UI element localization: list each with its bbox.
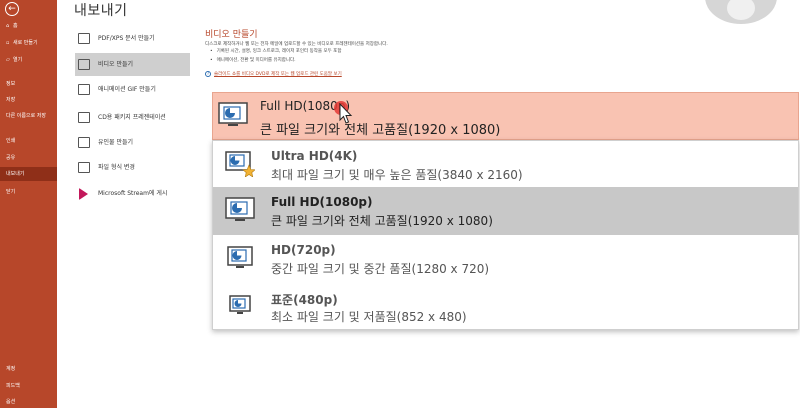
folder-icon: ▱ bbox=[6, 57, 10, 63]
help-icon: ? bbox=[205, 71, 211, 77]
quality-dropdown-selected[interactable]: Full HD(1080p) 큰 파일 크기와 전체 고품질(1920 x 10… bbox=[212, 92, 799, 140]
nav-item-open[interactable]: ▱ 열기 bbox=[0, 57, 57, 63]
stream-play-icon bbox=[79, 187, 88, 200]
detail-description: 디스크로 제작하거나 웹 또는 전자 메일에 업로드할 수 있는 비디오로 프레… bbox=[205, 42, 388, 47]
mouse-cursor-icon bbox=[334, 101, 353, 124]
quality-option-1080p[interactable]: Full HD(1080p) 큰 파일 크기와 전체 고품질(1920 x 10… bbox=[213, 187, 798, 235]
export-option-pdf[interactable]: PDF/XPS 문서 만들기 bbox=[75, 27, 190, 50]
nav-item-save-as[interactable]: 다른 이름으로 저장 bbox=[0, 113, 52, 119]
export-option-video[interactable]: 비디오 만들기 bbox=[75, 53, 190, 76]
home-icon: ⌂ bbox=[6, 23, 10, 29]
detail-title: 비디오 만들기 bbox=[205, 30, 258, 40]
nav-item-account[interactable]: 계정 bbox=[0, 366, 57, 372]
export-option-cd-package[interactable]: CD용 패키지 프레젠테이션 bbox=[75, 104, 190, 130]
nav-item-print[interactable]: 인쇄 bbox=[0, 138, 57, 144]
nav-item-new[interactable]: ▫ 새로 만들기 bbox=[0, 40, 57, 46]
quality-option-4k[interactable]: Ultra HD(4K) 최대 파일 크기 및 매우 높은 품질(3840 x … bbox=[213, 141, 798, 189]
nav-item-options[interactable]: 옵션 bbox=[0, 399, 57, 405]
nav-item-share[interactable]: 공유 bbox=[0, 155, 57, 161]
detail-bullet: 애니메이션, 전환 및 미디어를 유지합니다. bbox=[210, 57, 341, 63]
nav-item-home[interactable]: ⌂ 홈 bbox=[0, 23, 57, 29]
slide-video-star-icon bbox=[225, 151, 255, 177]
export-option-handouts[interactable]: 유인물 만들기 bbox=[75, 131, 190, 154]
export-option-gif[interactable]: 애니메이션 GIF 만들기 bbox=[75, 78, 190, 101]
account-avatar bbox=[705, 0, 777, 24]
quality-option-720p[interactable]: HD(720p) 중간 파일 크기 및 중간 품질(1280 x 720) bbox=[213, 235, 798, 283]
back-arrow-icon[interactable]: ← bbox=[5, 2, 19, 16]
file-type-icon bbox=[78, 162, 90, 173]
handout-icon bbox=[78, 137, 90, 148]
slide-video-icon bbox=[229, 295, 251, 314]
backstage-nav: ← ⌂ 홈 ▫ 새로 만들기 ▱ 열기 정보 저장 다른 이름으로 저장 인쇄 공유 … bbox=[0, 0, 57, 408]
nav-item-close[interactable]: 닫기 bbox=[0, 189, 57, 195]
nav-item-export[interactable]: 내보내기 bbox=[0, 167, 57, 181]
quality-dropdown-list: Ultra HD(4K) 최대 파일 크기 및 매우 높은 품질(3840 x … bbox=[212, 140, 799, 330]
pdf-document-icon bbox=[78, 33, 90, 44]
nav-item-save[interactable]: 저장 bbox=[0, 97, 57, 103]
quality-option-480p[interactable]: 표준(480p) 최소 파일 크기 및 저품질(852 x 480) bbox=[213, 283, 798, 331]
slide-video-icon bbox=[225, 197, 255, 221]
detail-bullets: 기록된 시간, 설명, 잉크 스트로크, 레이저 포인터 동작을 모두 포함 애… bbox=[210, 48, 342, 66]
cd-icon bbox=[78, 111, 90, 123]
nav-item-feedback[interactable]: 피드백 bbox=[0, 383, 57, 389]
video-icon bbox=[78, 59, 90, 70]
selected-quality-desc: 큰 파일 크기와 전체 고품질(1920 x 1080) bbox=[260, 123, 501, 138]
export-option-change-type[interactable]: 파일 형식 변경 bbox=[75, 156, 190, 179]
slide-video-icon bbox=[227, 246, 253, 268]
new-file-icon: ▫ bbox=[6, 40, 10, 46]
detail-bullet: 기록된 시간, 설명, 잉크 스트로크, 레이저 포인터 동작을 모두 포함 bbox=[210, 48, 342, 54]
page-title: 내보내기 bbox=[74, 3, 128, 19]
nav-item-info[interactable]: 정보 bbox=[0, 81, 57, 87]
help-link[interactable]: ? 슬라이드 쇼를 비디오 DVD로 제작 또는 웹 업로드 관련 도움말 보기 bbox=[205, 71, 342, 77]
export-option-stream[interactable]: Microsoft Stream에 게시 bbox=[75, 182, 190, 205]
slide-video-icon bbox=[218, 102, 248, 126]
gif-icon bbox=[78, 84, 90, 95]
